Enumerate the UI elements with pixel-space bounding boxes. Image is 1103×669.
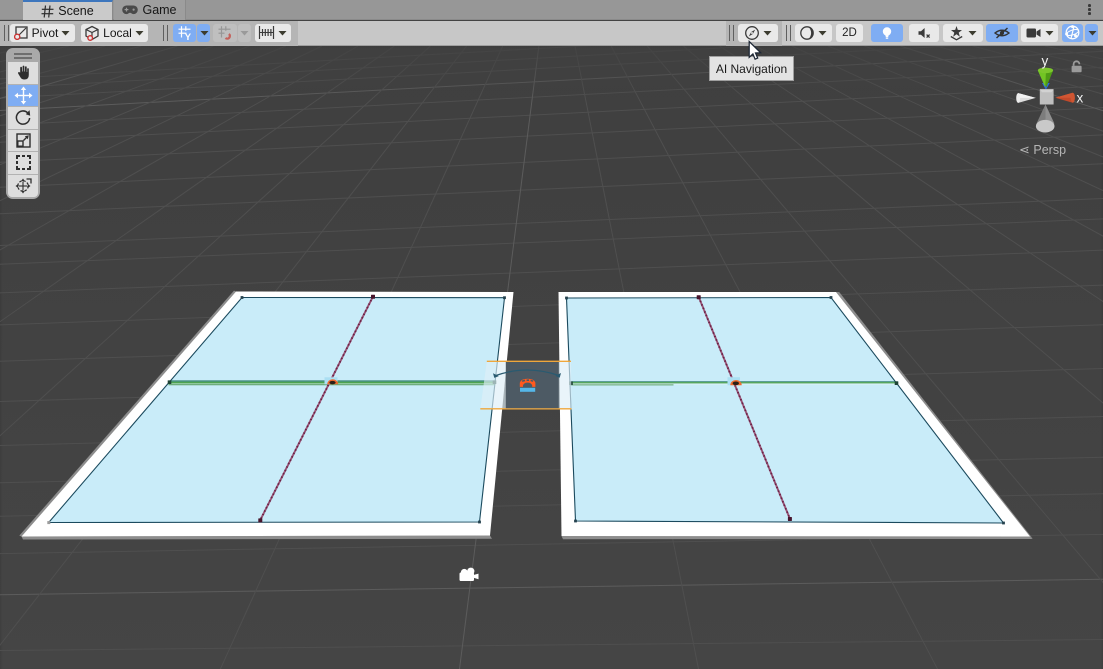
svg-text:x: x bbox=[1077, 91, 1084, 106]
svg-text:y: y bbox=[1042, 54, 1049, 69]
svg-text:Y: Y bbox=[184, 32, 191, 41]
